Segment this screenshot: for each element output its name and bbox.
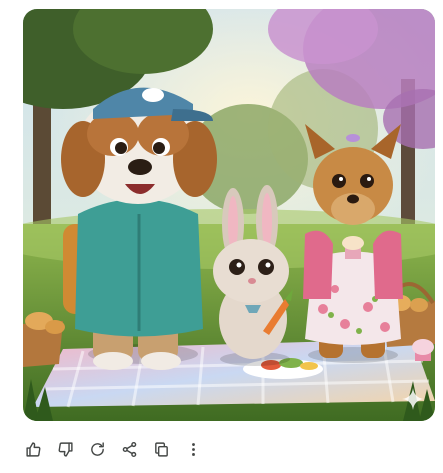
regenerate-button[interactable]	[84, 436, 110, 462]
thumbs-up-icon	[25, 441, 40, 457]
copy-icon	[154, 441, 168, 457]
thumbs-down-button[interactable]	[52, 436, 78, 462]
share-icon	[122, 441, 136, 457]
more-options-icon	[191, 442, 195, 456]
sparkle-icon	[402, 388, 424, 410]
copy-button[interactable]	[148, 436, 174, 462]
generated-image[interactable]	[23, 9, 435, 421]
more-options-button[interactable]	[180, 436, 206, 462]
thumbs-up-button[interactable]	[20, 436, 46, 462]
picnic-illustration	[23, 9, 435, 421]
response-actions-toolbar	[20, 436, 206, 462]
thumbs-down-icon	[58, 441, 73, 457]
regenerate-icon	[90, 441, 104, 456]
response-container	[0, 0, 443, 473]
share-button[interactable]	[116, 436, 142, 462]
